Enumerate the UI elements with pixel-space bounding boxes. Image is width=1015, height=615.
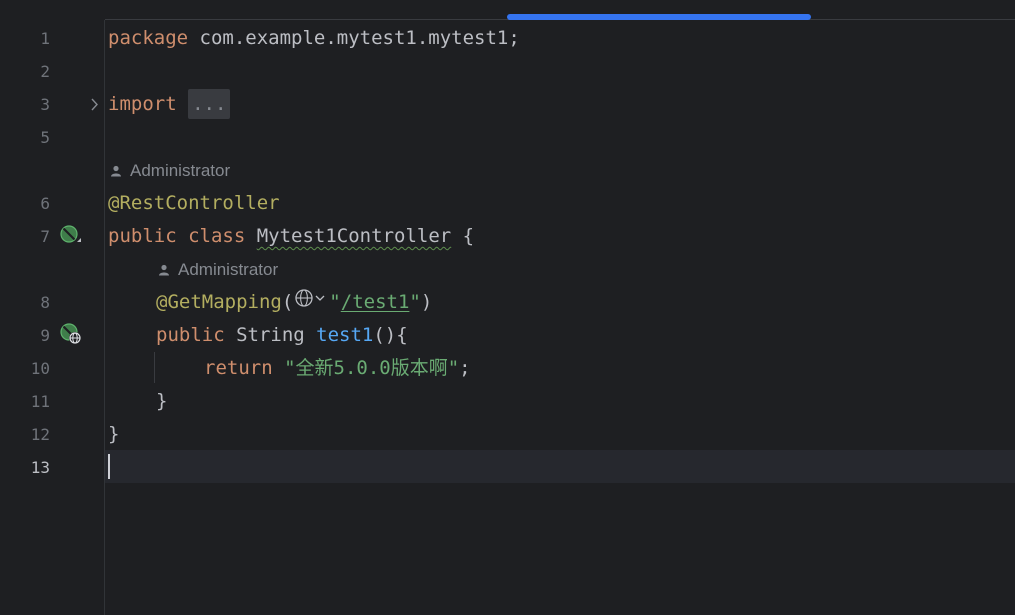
code-editor[interactable]: 1 2 3 5 6 7 8 9 10 11 12 13 package com.… bbox=[0, 0, 1015, 615]
line-number: 7 bbox=[40, 227, 50, 246]
quote: " bbox=[329, 291, 341, 313]
keyword: return bbox=[204, 357, 273, 379]
spring-endpoint-globe-icon[interactable] bbox=[59, 322, 83, 346]
line-number: 11 bbox=[30, 392, 50, 411]
code-line-1[interactable]: package com.example.mytest1.mytest1; bbox=[108, 22, 520, 55]
annotation: @RestController bbox=[108, 192, 280, 214]
indent-guide bbox=[154, 352, 155, 383]
folded-imports[interactable]: ... bbox=[188, 89, 231, 119]
annotation: @GetMapping bbox=[156, 291, 282, 313]
type-name: String bbox=[224, 324, 317, 346]
code-line-9[interactable]: public String test1(){ bbox=[156, 319, 408, 352]
paren: ( bbox=[281, 291, 294, 313]
line-number: 2 bbox=[40, 62, 50, 81]
paren-brace: (){ bbox=[373, 324, 408, 346]
current-line-highlight bbox=[0, 450, 1015, 483]
code-line-10[interactable]: return "全新5.0.0版本啊"; bbox=[204, 352, 471, 385]
author-name: Administrator bbox=[130, 161, 231, 180]
line-number: 8 bbox=[40, 293, 50, 312]
person-icon bbox=[158, 254, 172, 287]
line-number: 10 bbox=[30, 359, 50, 378]
class-name: Mytest1Controller bbox=[256, 225, 452, 247]
text-caret bbox=[108, 454, 110, 479]
horizontal-scrollbar[interactable] bbox=[507, 14, 811, 20]
author-name: Administrator bbox=[178, 260, 279, 279]
package-name: com.example.mytest1.mytest1; bbox=[188, 27, 520, 49]
semicolon: ; bbox=[459, 357, 471, 379]
line-number: 1 bbox=[40, 29, 50, 48]
code-line-8[interactable]: @GetMapping( "/test1") bbox=[156, 286, 432, 319]
keyword: public class bbox=[108, 225, 246, 247]
method-name: test1 bbox=[316, 324, 374, 346]
line-number: 12 bbox=[30, 425, 50, 444]
code-line-3[interactable]: import ... bbox=[108, 88, 231, 121]
author-inlay-hint[interactable]: Administrator bbox=[158, 253, 278, 286]
line-number: 6 bbox=[40, 194, 50, 213]
gutter-separator bbox=[104, 20, 105, 615]
globe-icon[interactable] bbox=[294, 286, 328, 319]
line-number: 5 bbox=[40, 128, 50, 147]
code-line-7[interactable]: public class Mytest1Controller { bbox=[108, 220, 474, 253]
code-line-11[interactable]: } bbox=[156, 385, 167, 418]
code-line-12[interactable]: } bbox=[108, 418, 119, 451]
person-icon bbox=[110, 155, 124, 188]
spring-bean-icon[interactable] bbox=[59, 223, 83, 247]
keyword: package bbox=[108, 27, 189, 49]
gutter[interactable]: 1 2 3 5 6 7 8 9 10 11 12 13 bbox=[0, 0, 105, 615]
keyword: import bbox=[108, 93, 177, 115]
code-line-6[interactable]: @RestController bbox=[108, 187, 280, 220]
quote: " bbox=[409, 291, 421, 313]
keyword: public bbox=[156, 324, 225, 346]
line-number-current: 13 bbox=[30, 458, 50, 477]
brace: { bbox=[451, 225, 475, 247]
brace: } bbox=[156, 390, 168, 412]
url-link[interactable]: /test1 bbox=[341, 291, 410, 313]
string-literal: "全新5.0.0版本啊" bbox=[284, 357, 460, 379]
author-inlay-hint[interactable]: Administrator bbox=[110, 154, 230, 187]
paren: ) bbox=[420, 291, 433, 313]
brace: } bbox=[108, 423, 120, 445]
chevron-right-icon[interactable] bbox=[88, 88, 102, 121]
line-number: 3 bbox=[40, 95, 50, 114]
line-number: 9 bbox=[40, 326, 50, 345]
